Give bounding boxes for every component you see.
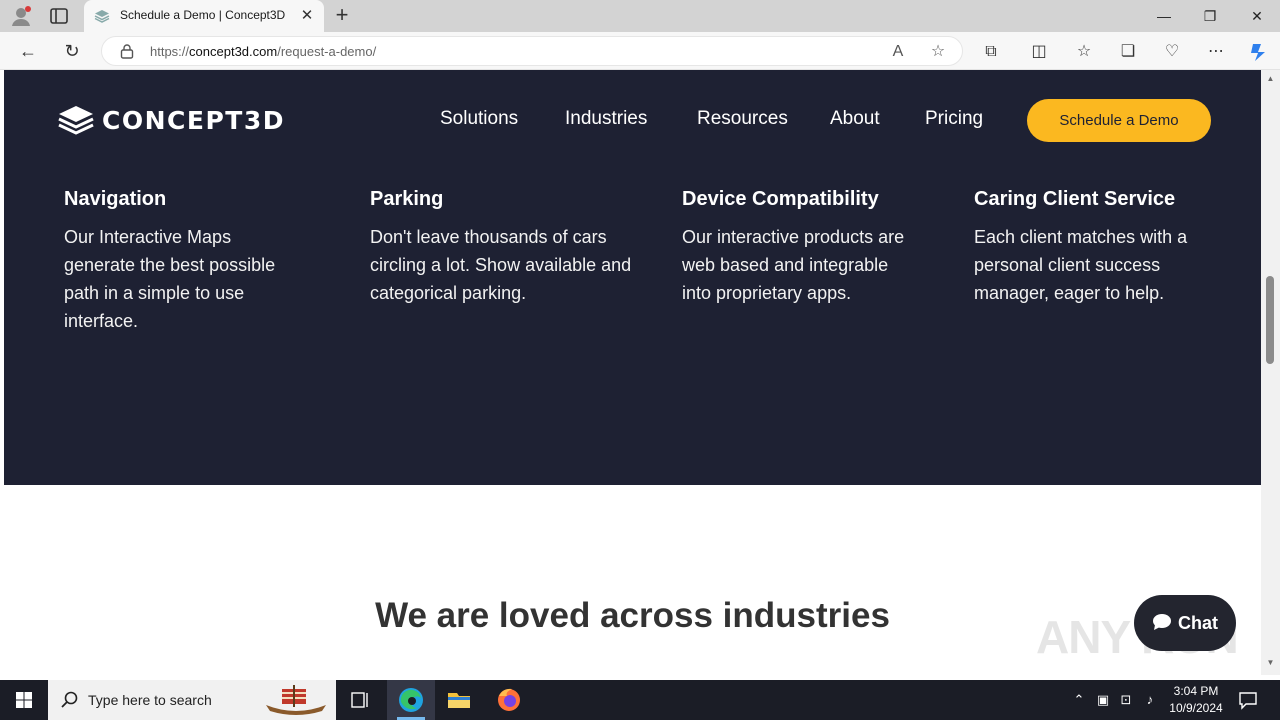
network-icon[interactable]: ⊡ xyxy=(1116,680,1136,720)
feature-title: Navigation xyxy=(64,188,167,210)
url-bar[interactable]: https://concept3d.com/request-a-demo/ A … xyxy=(101,36,963,66)
nav-pricing[interactable]: Pricing xyxy=(925,108,983,130)
scroll-down-icon[interactable]: ▼ xyxy=(1265,658,1276,667)
page-scrollbar[interactable]: ▲ ▼ xyxy=(1261,70,1280,675)
collections-icon[interactable]: ❏ xyxy=(1117,41,1139,63)
feature-title: Device Compatibility xyxy=(682,188,879,210)
notification-icon[interactable] xyxy=(1236,680,1260,720)
copilot-icon[interactable] xyxy=(1247,41,1269,63)
split-screen-icon[interactable]: ◫ xyxy=(1028,41,1050,63)
meet-now-icon[interactable]: ▣ xyxy=(1094,680,1112,720)
chat-button[interactable]: Chat xyxy=(1134,595,1236,651)
search-placeholder: Type here to search xyxy=(88,692,212,708)
restore-icon[interactable]: ❐ xyxy=(1187,0,1233,32)
chat-label: Chat xyxy=(1178,613,1218,633)
active-tab[interactable]: Schedule a Demo | Concept3D ✕ xyxy=(84,0,324,32)
browser-essentials-icon[interactable]: ♡ xyxy=(1161,41,1183,63)
windows-start-icon[interactable] xyxy=(0,680,48,720)
feature-caring-client-service: Caring Client Service Each client matche… xyxy=(974,188,1214,307)
site-logo[interactable]: CONCEPT3D xyxy=(56,104,296,136)
taskbar-clock[interactable]: 3:04 PM 10/9/2024 xyxy=(1160,683,1232,717)
edge-taskbar-button[interactable] xyxy=(387,680,435,720)
url-text[interactable]: https://concept3d.com/request-a-demo/ xyxy=(150,44,376,59)
logo-text: CONCEPT3D xyxy=(102,106,285,135)
windows-taskbar: Type here to search ⌃ ▣ ⊡ ♪ 3:04 PM 10/9… xyxy=(0,680,1280,720)
lock-icon[interactable] xyxy=(120,44,134,59)
profile-icon[interactable] xyxy=(10,5,32,27)
close-window-icon[interactable]: ✕ xyxy=(1234,0,1280,32)
tab-title: Schedule a Demo | Concept3D xyxy=(120,8,286,22)
minimize-icon[interactable]: — xyxy=(1141,0,1187,32)
concept3d-favicon-icon xyxy=(94,10,110,23)
scroll-up-icon[interactable]: ▲ xyxy=(1265,74,1276,83)
back-icon[interactable]: ← xyxy=(15,39,41,63)
tab-actions-icon[interactable] xyxy=(48,6,70,26)
feature-title: Caring Client Service xyxy=(974,188,1176,210)
hero-section: CONCEPT3D Solutions Industries Resources… xyxy=(4,70,1261,485)
clock-date: 10/9/2024 xyxy=(1169,701,1223,715)
feature-parking: Parking Don't leave thousands of cars ci… xyxy=(370,188,632,307)
extensions-icon[interactable]: ⧉ xyxy=(980,41,1002,63)
schedule-demo-button[interactable]: Schedule a Demo xyxy=(1027,99,1211,142)
feature-body: Don't leave thousands of cars circling a… xyxy=(370,227,632,303)
chat-bubble-icon xyxy=(1153,614,1171,630)
page-viewport: CONCEPT3D Solutions Industries Resources… xyxy=(4,70,1261,675)
viking-ship-icon xyxy=(266,685,326,715)
browser-tab-bar: Schedule a Demo | Concept3D ✕ + — ❐ ✕ xyxy=(0,0,1280,32)
refresh-icon[interactable]: ↻ xyxy=(59,39,85,63)
favorites-icon[interactable]: ☆ xyxy=(1073,41,1095,63)
nav-solutions[interactable]: Solutions xyxy=(440,108,518,130)
more-menu-icon[interactable]: ⋯ xyxy=(1205,41,1227,63)
volume-icon[interactable]: ♪ xyxy=(1140,680,1160,720)
feature-body: Each client matches with a personal clie… xyxy=(974,227,1188,303)
feature-title: Parking xyxy=(370,188,444,210)
file-explorer-icon[interactable] xyxy=(435,680,483,720)
edge-icon xyxy=(399,688,423,712)
read-aloud-icon[interactable]: A xyxy=(888,42,908,62)
feature-body: Our Interactive Maps generate the best p… xyxy=(64,227,276,331)
feature-body: Our interactive products are web based a… xyxy=(682,227,905,303)
new-tab-icon[interactable]: + xyxy=(330,4,354,28)
search-icon xyxy=(61,691,78,708)
favorite-star-icon[interactable]: ☆ xyxy=(928,42,948,62)
feature-device-compatibility: Device Compatibility Our interactive pro… xyxy=(682,188,920,307)
task-view-icon[interactable] xyxy=(336,680,384,720)
nav-about[interactable]: About xyxy=(830,108,880,130)
taskbar-search[interactable]: Type here to search xyxy=(48,680,336,720)
firefox-icon[interactable] xyxy=(485,680,533,720)
nav-resources[interactable]: Resources xyxy=(697,108,788,130)
feature-navigation: Navigation Our Interactive Maps generate… xyxy=(64,188,304,335)
concept3d-logo-icon xyxy=(58,106,94,135)
tray-overflow-icon[interactable]: ⌃ xyxy=(1068,680,1090,720)
nav-industries[interactable]: Industries xyxy=(565,108,647,130)
tab-close-icon[interactable]: ✕ xyxy=(298,7,316,25)
clock-time: 3:04 PM xyxy=(1173,684,1219,698)
address-toolbar: ← ↻ https://concept3d.com/request-a-demo… xyxy=(0,32,1280,70)
scrollbar-thumb[interactable] xyxy=(1266,276,1274,364)
